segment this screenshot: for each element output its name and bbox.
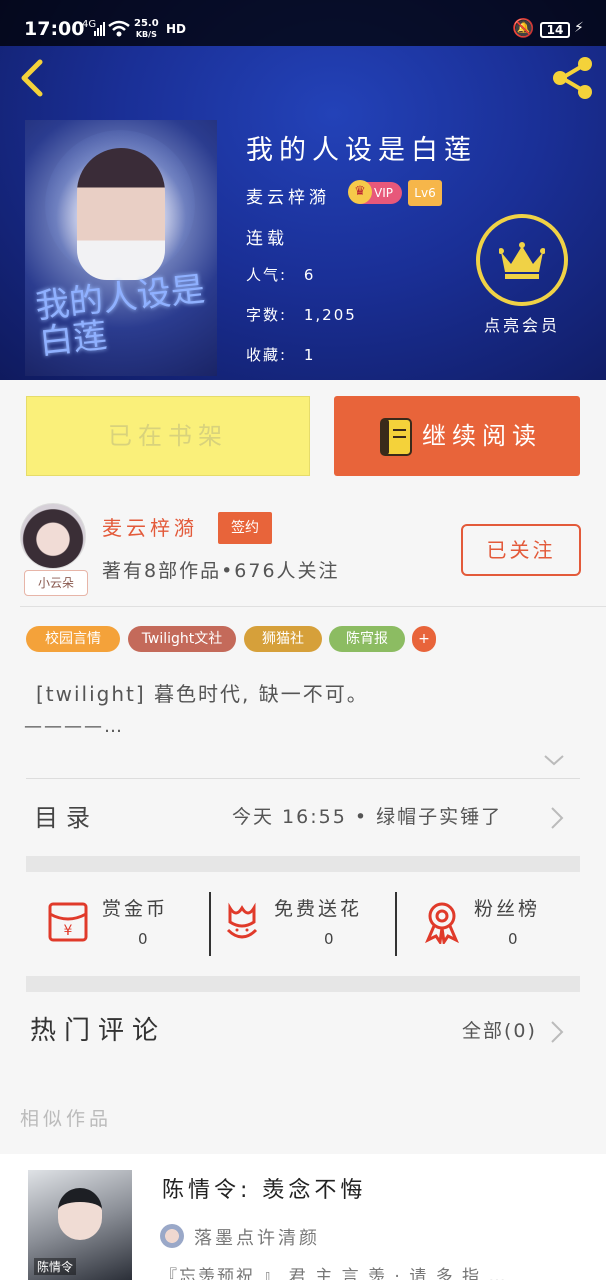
collect-row: 收藏: 1 — [246, 344, 315, 365]
serial-status: 连载 — [246, 229, 288, 249]
share-icon[interactable] — [550, 56, 596, 100]
similar-book-cover[interactable]: 陈情令 — [28, 1170, 132, 1280]
popularity-value: 6 — [303, 266, 316, 284]
crown-icon: ♛ — [348, 180, 372, 204]
author-stats: 著有8部作品•676人关注 — [102, 560, 340, 582]
mute-bell-icon: 🔕 — [512, 18, 535, 39]
member-crown-icon — [499, 242, 545, 279]
vertical-divider — [395, 892, 397, 956]
tag-more-button[interactable]: + — [412, 626, 436, 652]
author-avatar[interactable] — [20, 503, 86, 569]
similar-works-title: 相似作品 — [20, 1108, 113, 1130]
free-flower-count: 0 — [324, 930, 334, 948]
red-envelope-icon: ¥ — [48, 902, 88, 942]
gift-coin-button[interactable]: ¥ 赏金币 0 — [46, 890, 206, 956]
svg-text:¥: ¥ — [64, 923, 73, 939]
vip-label: VIP — [374, 186, 393, 200]
popularity-row: 人气: 6 — [246, 264, 315, 285]
cover-title-art: 我的人设是白莲 — [33, 269, 207, 363]
cover-figure — [58, 1188, 102, 1240]
flower-icon — [226, 902, 258, 939]
word-count-label: 字数: — [246, 306, 288, 324]
popularity-label: 人气: — [246, 266, 288, 284]
battery-icon: 14 — [540, 22, 570, 38]
speed-unit: KB/S — [135, 30, 157, 39]
similar-book-description: 『忘羡预祝 』 君 主 言 羡 · 请 多 指 … — [160, 1267, 508, 1280]
chevron-right-icon[interactable] — [550, 1020, 564, 1044]
continue-reading-button[interactable]: 继续阅读 — [334, 396, 580, 476]
section-separator — [26, 976, 580, 992]
toc-label[interactable]: 目录 — [34, 798, 98, 833]
similar-author-avatar — [160, 1224, 184, 1248]
collect-value: 1 — [303, 346, 316, 364]
word-count-row: 字数: 1,205 — [246, 304, 357, 325]
author-name[interactable]: 麦云梓漪 — [102, 512, 198, 541]
chevron-right-icon[interactable] — [550, 806, 564, 830]
word-count-value: 1,205 — [303, 306, 357, 324]
book-description-more: ————… — [24, 716, 124, 737]
divider — [26, 778, 580, 779]
tag-chen[interactable]: 陈宵报 — [329, 626, 405, 652]
book-description: [twilight] 暮色时代, 缺一不可。 — [36, 682, 369, 706]
medal-icon — [425, 902, 459, 944]
section-separator — [26, 856, 580, 872]
in-bookshelf-button[interactable]: 已在书架 — [26, 396, 310, 476]
free-flower-button[interactable]: 免费送花 0 — [220, 890, 390, 956]
avatar-tag: 小云朵 — [24, 570, 88, 596]
signal-icon — [94, 22, 105, 36]
all-comments-link[interactable]: 全部(0) — [462, 1016, 537, 1043]
divider — [20, 606, 606, 607]
back-arrow-icon[interactable] — [16, 58, 52, 98]
gift-coin-label: 赏金币 — [102, 898, 169, 920]
member-button[interactable] — [476, 214, 568, 306]
book-header: 17:00 4G 25.0 KB/S HD 🔕 14 ⚡ 我的人设是白莲 我的人… — [0, 0, 606, 380]
status-time: 17:00 — [24, 18, 85, 40]
charging-icon: ⚡ — [574, 20, 584, 36]
book-icon — [380, 418, 412, 456]
followed-button[interactable]: 已关注 — [461, 524, 581, 576]
vertical-divider — [209, 892, 211, 956]
speed-value: 25.0 — [134, 18, 159, 29]
chevron-down-icon[interactable] — [542, 752, 566, 768]
tag-campus-romance[interactable]: 校园言情 — [26, 626, 120, 652]
book-title: 我的人设是白莲 — [246, 135, 477, 166]
continue-reading-label: 继续阅读 — [422, 422, 542, 450]
fan-ranking-button[interactable]: 粉丝榜 0 — [420, 890, 580, 956]
fan-ranking-count: 0 — [508, 930, 518, 948]
similar-book-author: 落墨点许清颜 — [194, 1228, 320, 1249]
cover-figure — [77, 148, 165, 280]
similar-book-title[interactable]: 陈情令: 羡念不悔 — [162, 1172, 366, 1204]
latest-chapter[interactable]: 今天 16:55 • 绿帽子实锤了 — [232, 802, 502, 829]
collect-label: 收藏: — [246, 346, 288, 364]
level-badge: Lv6 — [408, 180, 442, 206]
member-label[interactable]: 点亮会员 — [476, 312, 568, 336]
wifi-icon — [108, 20, 130, 37]
vip-badge: ♛ VIP — [348, 180, 402, 204]
free-flower-label: 免费送花 — [274, 898, 363, 920]
hd-indicator: HD — [166, 22, 187, 36]
book-author[interactable]: 麦云梓漪 — [246, 183, 330, 208]
book-cover[interactable]: 我的人设是白莲 — [25, 120, 217, 376]
network-speed: 25.0 KB/S — [134, 18, 159, 40]
similar-cover-label: 陈情令 — [34, 1258, 77, 1275]
hot-comments-title: 热门评论 — [30, 1016, 167, 1046]
tag-lion-cat[interactable]: 狮猫社 — [244, 626, 322, 652]
fan-ranking-label: 粉丝榜 — [474, 898, 541, 920]
status-bar: 17:00 4G 25.0 KB/S HD 🔕 14 ⚡ — [0, 0, 606, 46]
tag-twilight[interactable]: Twilight文社 — [128, 626, 236, 652]
gift-coin-count: 0 — [138, 930, 148, 948]
signed-badge: 签约 — [218, 512, 272, 544]
